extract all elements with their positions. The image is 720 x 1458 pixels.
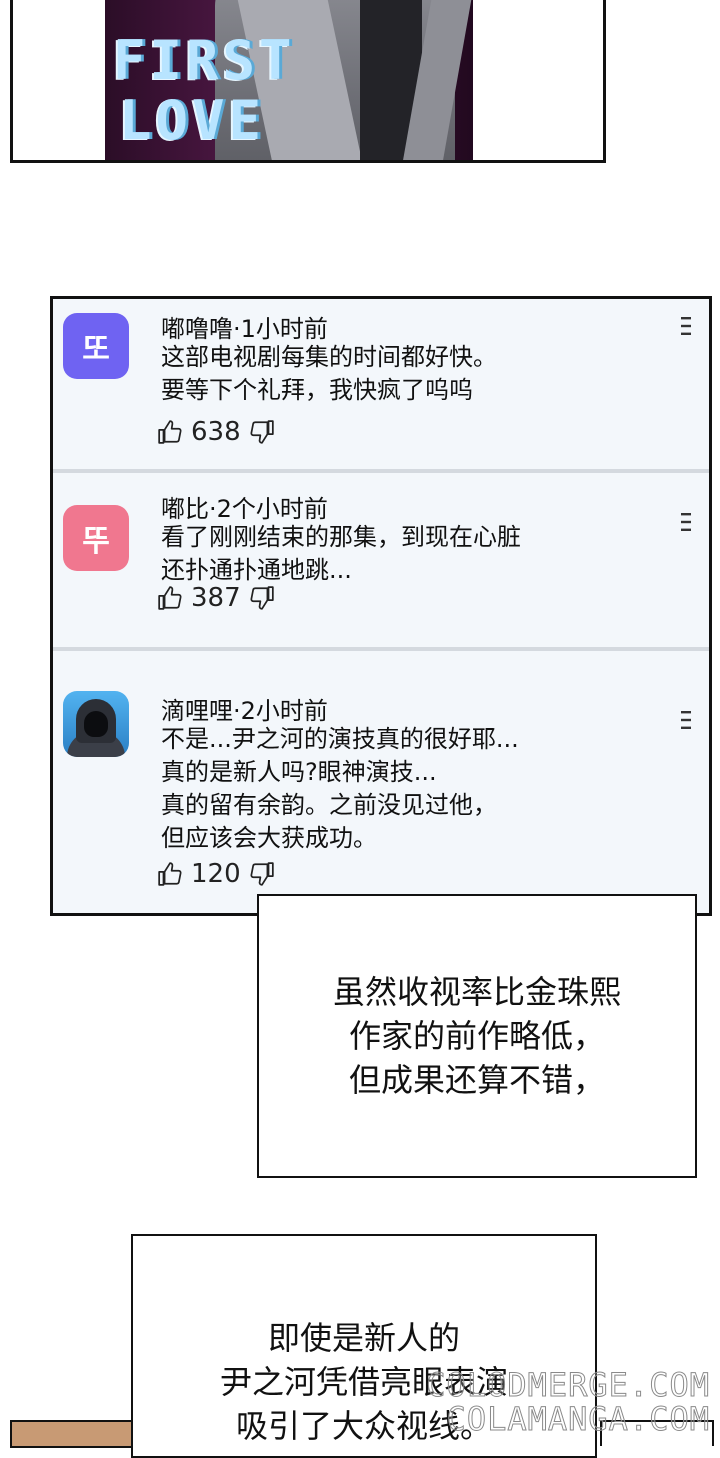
watermark: COLODMERGE.COM — [426, 1366, 710, 1405]
poster-title-line1: FIRST — [113, 29, 296, 92]
thumbs-up-icon[interactable] — [157, 585, 183, 611]
comment-meta: 滴哩哩·2小时前 — [161, 697, 328, 725]
comment-text: 不是...尹之河的演技真的很好耶... 真的是新人吗?眼神演技... 真的留有余… — [161, 725, 519, 852]
comment-item: 뚜 嘟比·2个小时前 看了刚刚结束的那集，到现在心脏 还扑通扑通地跳... 38… — [53, 473, 709, 651]
more-options-icon[interactable] — [679, 511, 693, 533]
avatar[interactable] — [63, 691, 129, 757]
comment-item: 滴哩哩·2小时前 不是...尹之河的演技真的很好耶... 真的是新人吗?眼神演技… — [53, 651, 709, 913]
watermark: COLAMANGA.COM — [446, 1400, 710, 1439]
narration-text: 虽然收视率比金珠熙 作家的前作略低， 但成果还算不错， — [332, 973, 621, 1099]
avatar[interactable]: 뚜 — [63, 505, 129, 571]
like-count: 387 — [191, 583, 241, 613]
hood-face — [84, 711, 108, 737]
comment-text: 看了刚刚结束的那集，到现在心脏 还扑通扑通地跳... — [161, 523, 521, 584]
thumbs-down-icon[interactable] — [249, 861, 275, 887]
narration-box: 虽然收视率比金珠熙 作家的前作略低， 但成果还算不错， — [257, 894, 697, 1178]
comment-item: 또 嘟噜噜·1小时前 这部电视剧每集的时间都好快。 要等下个礼拜，我快疯了呜呜 … — [53, 299, 709, 473]
comment-text: 这部电视剧每集的时间都好快。 要等下个礼拜，我快疯了呜呜 — [161, 343, 497, 404]
poster-title-line2: LOVE — [119, 89, 266, 152]
thumbs-up-icon[interactable] — [157, 419, 183, 445]
like-count: 120 — [191, 859, 241, 889]
comic-panel-top: FIRST LOVE — [10, 0, 606, 163]
drama-poster: FIRST LOVE — [105, 0, 473, 160]
thumbs-down-icon[interactable] — [249, 419, 275, 445]
comment-actions: 387 — [157, 583, 275, 613]
comment-list: 또 嘟噜噜·1小时前 这部电视剧每集的时间都好快。 要等下个礼拜，我快疯了呜呜 … — [50, 296, 712, 916]
avatar[interactable]: 또 — [63, 313, 129, 379]
next-panel-edge — [10, 1420, 134, 1448]
more-options-icon[interactable] — [679, 709, 693, 731]
like-count: 638 — [191, 417, 241, 447]
more-options-icon[interactable] — [679, 315, 693, 337]
thumbs-down-icon[interactable] — [249, 585, 275, 611]
comment-meta: 嘟噜噜·1小时前 — [161, 315, 328, 343]
comment-actions: 638 — [157, 417, 275, 447]
comment-actions: 120 — [157, 859, 275, 889]
comment-meta: 嘟比·2个小时前 — [161, 495, 328, 523]
thumbs-up-icon[interactable] — [157, 861, 183, 887]
